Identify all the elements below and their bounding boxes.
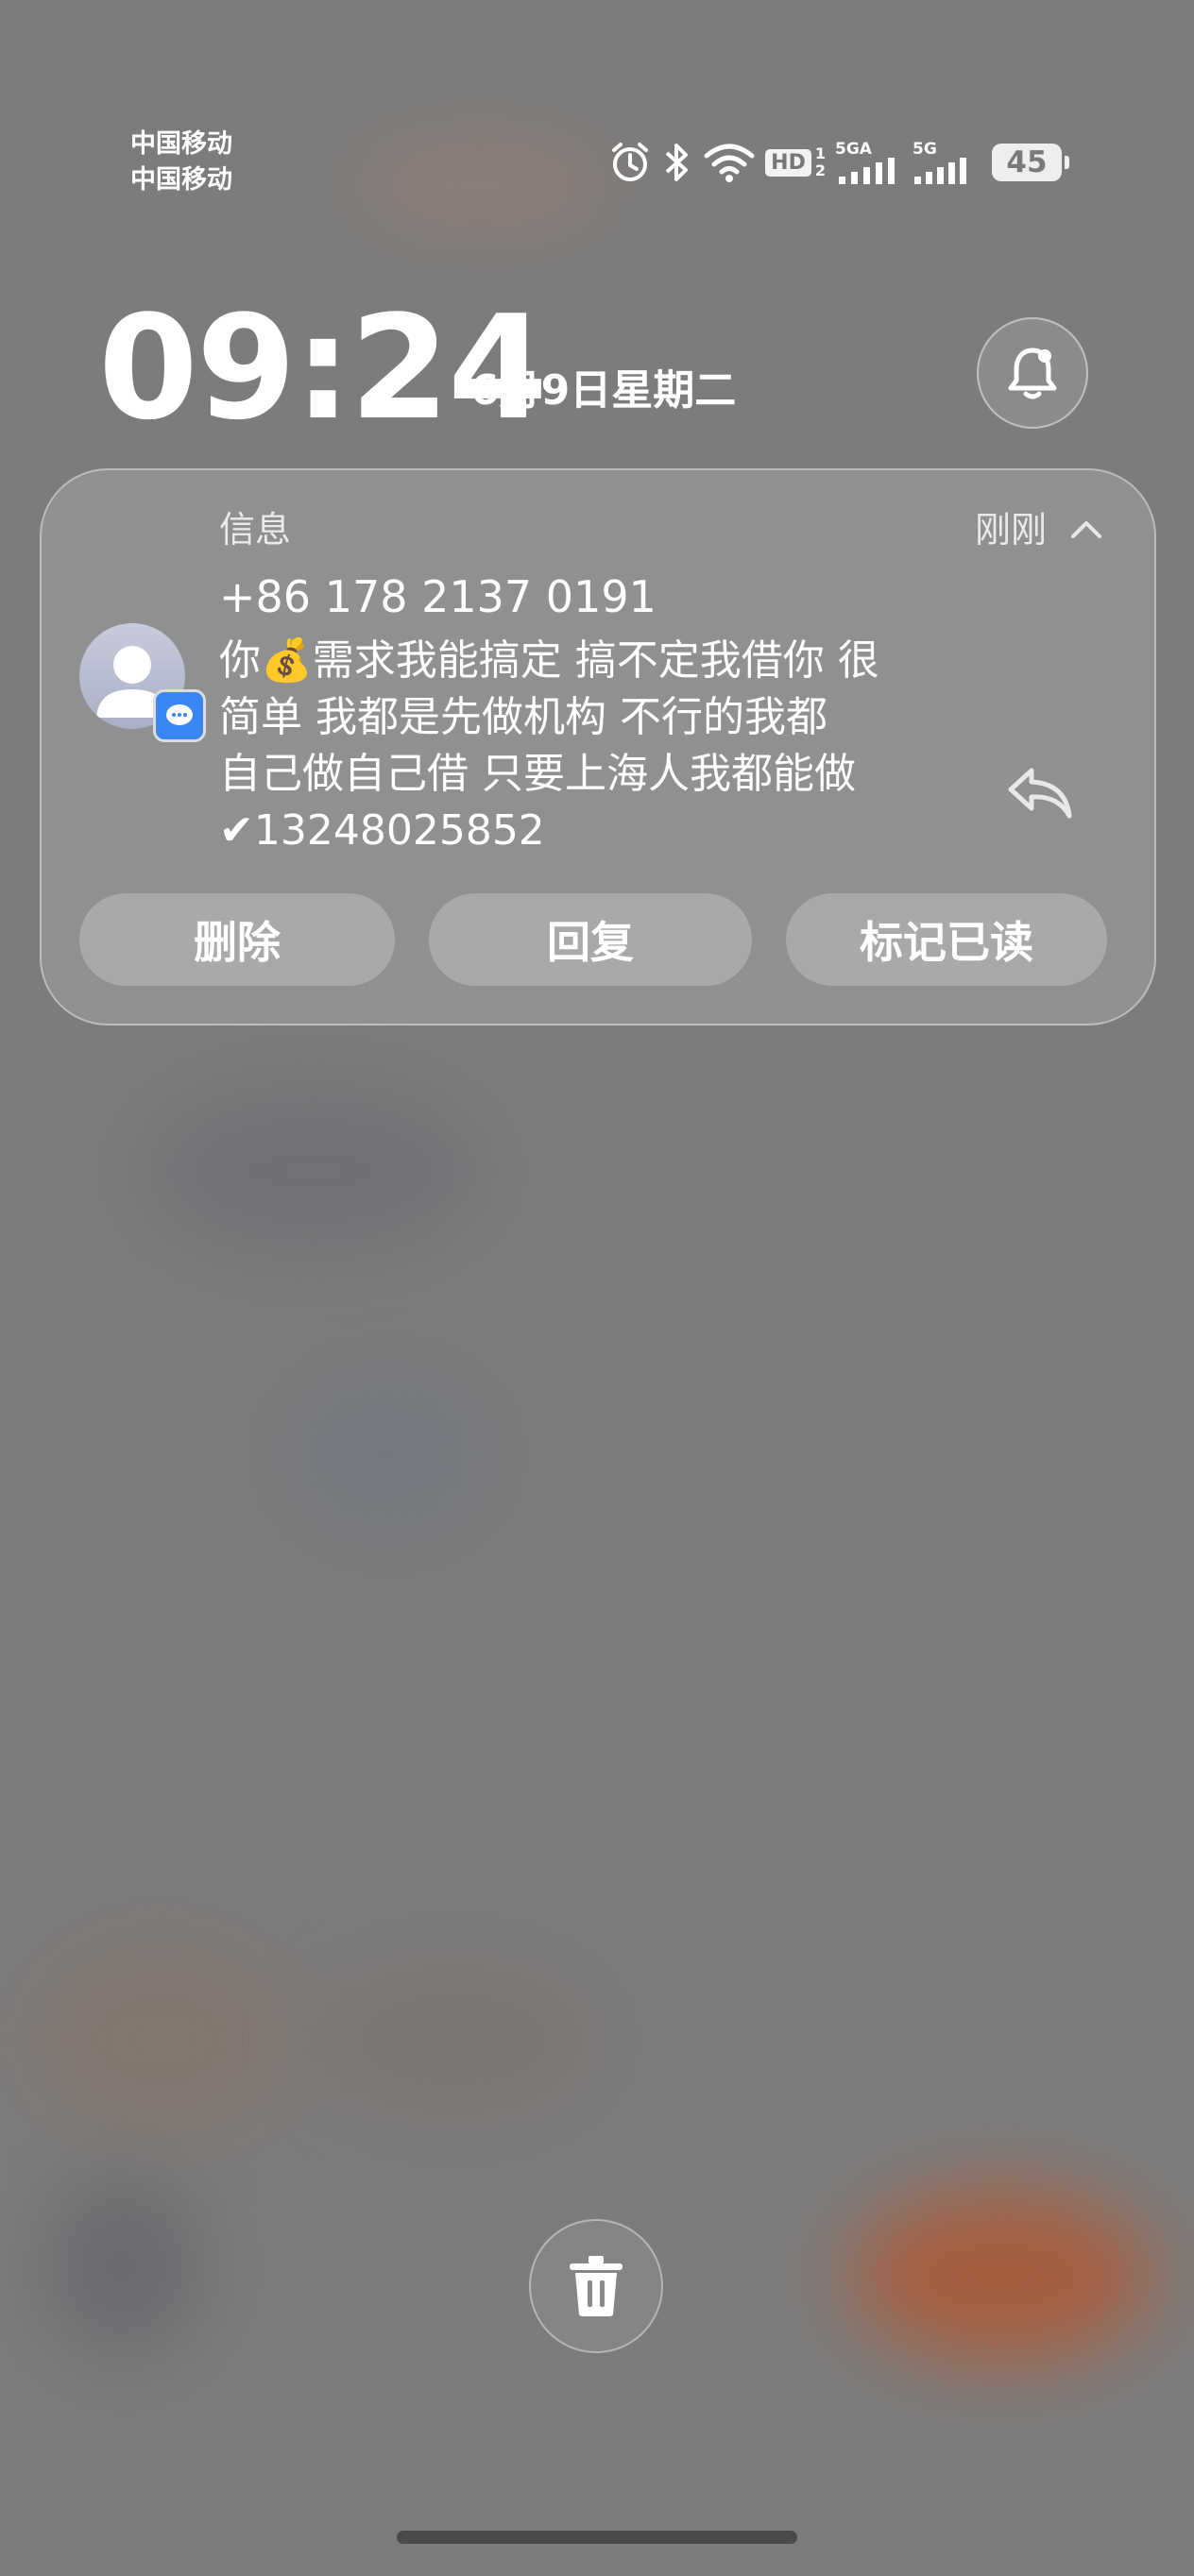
trash-icon (570, 2256, 623, 2316)
carrier-labels: 中国移动 中国移动 (130, 127, 232, 198)
lock-date: 6月9日星期二 (470, 366, 737, 415)
battery-icon: 45 (992, 144, 1069, 181)
delete-button[interactable]: 删除 (79, 893, 395, 986)
notification-sender: +86 178 2137 0191 (219, 571, 657, 622)
notification-body: 你💰需求我能搞定 搞不定我借你 很 简单 我都是先做机构 不行的我都 自己做自己… (219, 636, 879, 855)
mark-read-button[interactable]: 标记已读 (786, 893, 1107, 986)
hd-voice-icon: HD 1 2 (765, 145, 826, 179)
clear-notifications-button[interactable] (529, 2219, 663, 2353)
reply-button[interactable]: 回复 (429, 893, 752, 986)
notification-app-name: 信息 (219, 509, 292, 551)
notification-bell-button[interactable] (977, 317, 1088, 429)
chevron-up-icon[interactable] (1067, 516, 1105, 544)
signal-icon: 5GA (835, 141, 903, 184)
carrier-1: 中国移动 (130, 129, 232, 159)
notification-time: 刚刚 (975, 509, 1048, 551)
messages-app-icon (153, 689, 206, 742)
carrier-2: 中国移动 (130, 165, 232, 195)
home-indicator[interactable] (397, 2531, 797, 2544)
reply-icon[interactable] (1003, 759, 1079, 825)
bell-icon (1008, 347, 1057, 399)
alarm-icon (608, 141, 652, 184)
signal-icon-2: 5G (913, 141, 973, 184)
status-icons: HD 1 2 5GA 5G 45 (608, 136, 1069, 189)
bluetooth-icon (661, 141, 693, 184)
wifi-icon (703, 141, 756, 184)
